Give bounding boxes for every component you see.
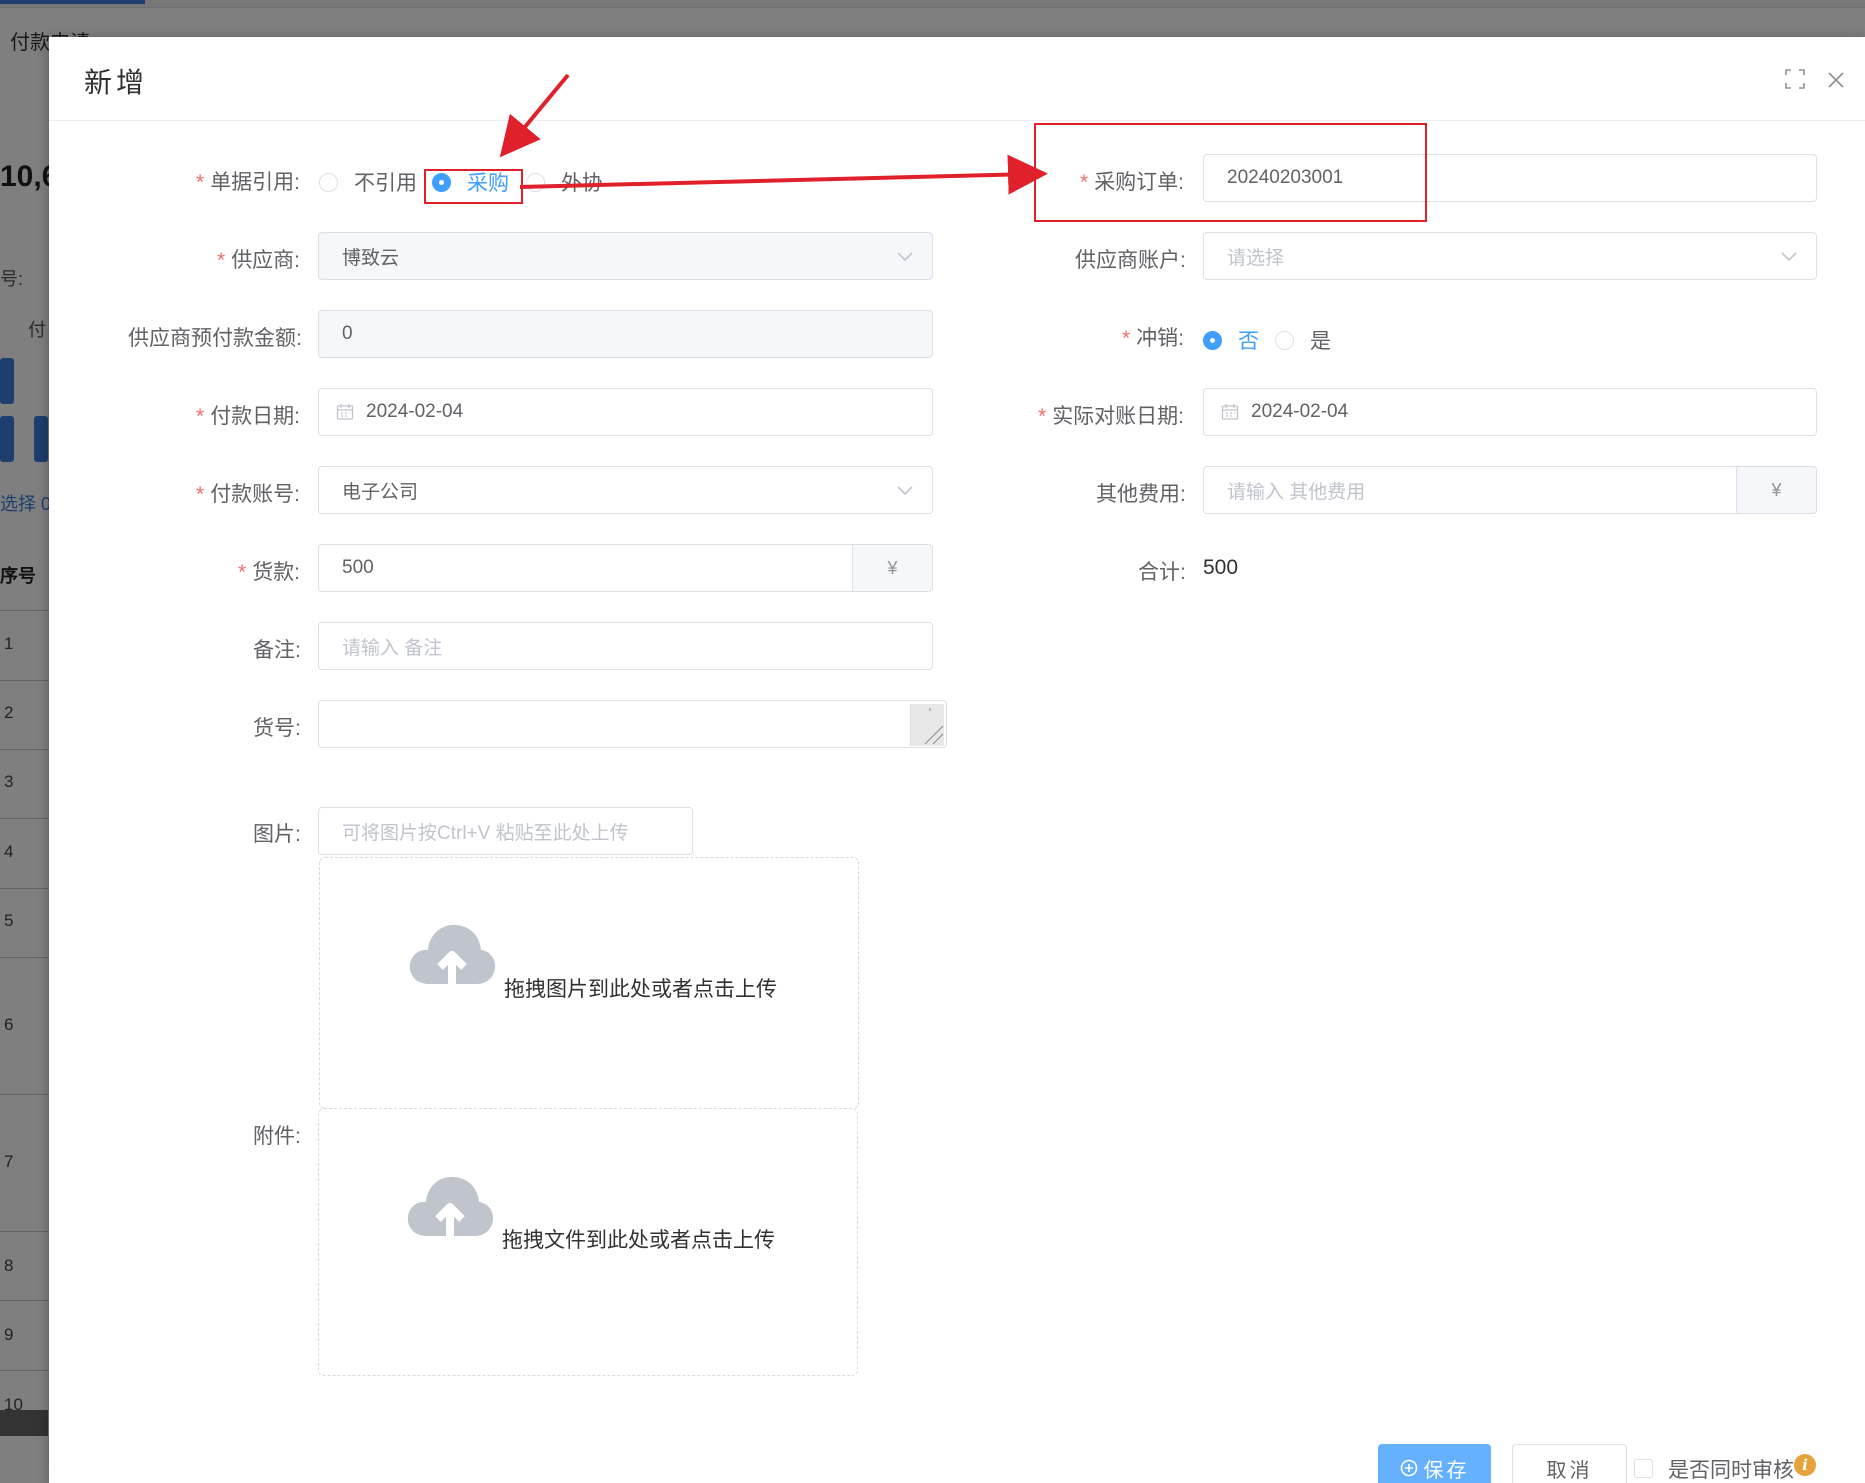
chevron-down-icon xyxy=(1781,252,1797,262)
maximize-icon[interactable] xyxy=(1785,69,1805,89)
cloud-upload-icon xyxy=(409,924,496,986)
remark-input[interactable]: 请输入 备注 xyxy=(318,622,933,670)
total-label: 合计: xyxy=(1138,561,1186,584)
save-button[interactable]: 保存 xyxy=(1378,1444,1491,1483)
pay-account-label: * 付款账号: xyxy=(196,483,301,506)
attachment-label: 附件: xyxy=(253,1125,301,1148)
prepay-amount-input[interactable]: 0 xyxy=(318,310,933,358)
calendar-icon xyxy=(1221,404,1239,420)
image-label: 图片: xyxy=(253,823,301,846)
other-fees-input[interactable]: 请输入 其他费用 ¥ xyxy=(1203,466,1817,514)
goods-payment-label: * 货款: xyxy=(238,561,301,584)
dialog-title: 新增 xyxy=(84,67,149,98)
goods-payment-input[interactable]: 500 ¥ xyxy=(318,544,933,592)
close-icon[interactable] xyxy=(1826,70,1846,90)
resize-handle[interactable] xyxy=(910,704,944,746)
recon-date-label: * 实际对账日期: xyxy=(1038,405,1185,428)
supplier-label: * 供应商: xyxy=(217,249,301,272)
annotation-box-order xyxy=(1034,123,1427,222)
other-fees-label: 其他费用: xyxy=(1096,483,1186,506)
chevron-down-icon xyxy=(897,252,913,262)
chevron-down-icon xyxy=(897,486,913,496)
doc-ref-label: * 单据引用: xyxy=(196,171,301,194)
pay-account-select[interactable]: 电子公司 xyxy=(318,466,933,514)
supplier-account-label: 供应商账户: xyxy=(1075,249,1186,272)
radio-write-off-yes[interactable]: 是 xyxy=(1275,325,1331,355)
dialog-header: 新增 xyxy=(49,37,1865,121)
image-upload-text: 拖拽图片到此处或者点击上传 xyxy=(504,978,777,1001)
total-value: 500 xyxy=(1203,556,1239,579)
radio-outsource[interactable]: 外协 xyxy=(526,167,603,197)
goods-no-textarea[interactable] xyxy=(318,700,947,748)
attachment-upload-text: 拖拽文件到此处或者点击上传 xyxy=(502,1229,775,1252)
info-icon[interactable]: i xyxy=(1794,1454,1816,1476)
prepay-amount-label: 供应商预付款金额: xyxy=(128,327,302,350)
supplier-select[interactable]: 博致云 xyxy=(318,232,933,280)
plus-circle-icon xyxy=(1400,1459,1417,1477)
currency-addon: ¥ xyxy=(852,545,932,591)
annotation-box-purchase xyxy=(424,169,523,204)
audit-checkbox-label: 是否同时审核 xyxy=(1668,1459,1794,1482)
remark-label: 备注: xyxy=(253,639,301,662)
radio-write-off-no[interactable]: 否 xyxy=(1203,325,1259,355)
calendar-icon xyxy=(336,404,354,420)
cancel-button[interactable]: 取消 xyxy=(1512,1444,1627,1483)
recon-date-picker[interactable]: 2024-02-04 xyxy=(1203,388,1817,436)
paste-image-input[interactable]: 可将图片按Ctrl+V 粘贴至此处上传 xyxy=(318,807,693,855)
cloud-upload-icon xyxy=(407,1176,494,1238)
goods-no-label: 货号: xyxy=(253,717,301,740)
supplier-account-select[interactable]: 请选择 xyxy=(1203,232,1817,280)
currency-addon: ¥ xyxy=(1736,467,1816,513)
radio-no-ref[interactable]: 不引用 xyxy=(319,167,417,197)
write-off-label: * 冲销: xyxy=(1122,327,1185,350)
pay-date-label: * 付款日期: xyxy=(196,405,301,428)
pay-date-picker[interactable]: 2024-02-04 xyxy=(318,388,933,436)
audit-checkbox[interactable] xyxy=(1634,1459,1653,1478)
